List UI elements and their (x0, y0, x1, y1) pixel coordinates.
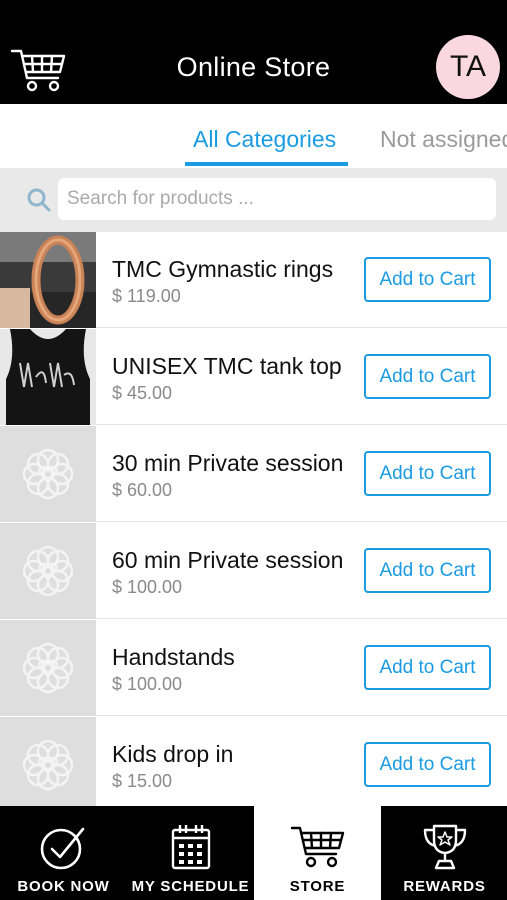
tab-all-categories[interactable]: All Categories (193, 126, 336, 153)
product-row[interactable]: Kids drop in $ 15.00 Add to Cart (0, 717, 507, 806)
active-tab-indicator (185, 162, 348, 166)
product-thumbnail-placeholder (0, 426, 96, 522)
product-name: 60 min Private session (112, 547, 344, 573)
product-row[interactable]: UNISEX TMC tank top $ 45.00 Add to Cart (0, 329, 507, 425)
flower-logo-icon (0, 426, 96, 522)
cart-icon (290, 826, 344, 868)
product-thumbnail-placeholder (0, 717, 96, 806)
search-bar (0, 168, 507, 232)
product-row[interactable]: TMC Gymnastic rings $ 119.00 Add to Cart (0, 232, 507, 328)
rings-photo-icon (0, 232, 96, 328)
bottom-nav: BOOK NOW MY SCHEDULE STORE REWARDS (0, 806, 507, 900)
product-price: $ 119.00 (112, 286, 181, 306)
calendar-icon (171, 825, 210, 870)
category-tabs: All Categories Not assigned (0, 104, 507, 168)
nav-store[interactable]: STORE (254, 806, 381, 900)
product-name: TMC Gymnastic rings (112, 256, 334, 282)
nav-book-now[interactable]: BOOK NOW (0, 806, 127, 900)
product-name: Kids drop in (112, 741, 234, 767)
product-list: TMC Gymnastic rings $ 119.00 Add to Cart… (0, 232, 507, 806)
add-to-cart-button[interactable]: Add to Cart (364, 354, 491, 399)
tab-not-assigned[interactable]: Not assigned (380, 126, 507, 153)
nav-label: STORE (289, 878, 346, 895)
nav-rewards[interactable]: REWARDS (381, 806, 507, 900)
search-input[interactable] (58, 178, 496, 220)
product-row[interactable]: 60 min Private session $ 100.00 Add to C… (0, 523, 507, 619)
product-name: UNISEX TMC tank top (112, 353, 342, 379)
app-header: Online Store TA (0, 0, 507, 104)
nav-label: REWARDS (403, 878, 486, 895)
product-price: $ 60.00 (112, 480, 173, 500)
product-thumbnail-placeholder (0, 523, 96, 619)
flower-logo-icon (0, 717, 96, 806)
product-name: 30 min Private session (112, 450, 344, 476)
product-thumbnail-tank (0, 329, 96, 425)
product-price: $ 45.00 (112, 383, 173, 403)
add-to-cart-button[interactable]: Add to Cart (364, 742, 491, 787)
product-row[interactable]: 30 min Private session $ 60.00 Add to Ca… (0, 426, 507, 522)
nav-my-schedule[interactable]: MY SCHEDULE (127, 806, 254, 900)
check-circle-icon (40, 827, 84, 870)
flower-logo-icon (0, 620, 96, 716)
product-name: Handstands (112, 644, 235, 670)
add-to-cart-button[interactable]: Add to Cart (364, 548, 491, 593)
trophy-icon (423, 824, 466, 870)
product-thumbnail-placeholder (0, 620, 96, 716)
page-title: Online Store (176, 52, 331, 82)
search-icon (27, 188, 51, 212)
product-thumbnail-rings (0, 232, 96, 328)
add-to-cart-button[interactable]: Add to Cart (364, 257, 491, 302)
add-to-cart-button[interactable]: Add to Cart (364, 451, 491, 496)
add-to-cart-button[interactable]: Add to Cart (364, 645, 491, 690)
user-avatar[interactable]: TA (436, 35, 500, 99)
product-row[interactable]: Handstands $ 100.00 Add to Cart (0, 620, 507, 716)
product-price: $ 100.00 (112, 577, 183, 597)
nav-label: MY SCHEDULE (131, 878, 250, 895)
nav-label: BOOK NOW (17, 878, 110, 895)
product-price: $ 100.00 (112, 674, 183, 694)
product-price: $ 15.00 (112, 771, 173, 791)
flower-logo-icon (0, 523, 96, 619)
tank-photo-icon (0, 329, 96, 425)
